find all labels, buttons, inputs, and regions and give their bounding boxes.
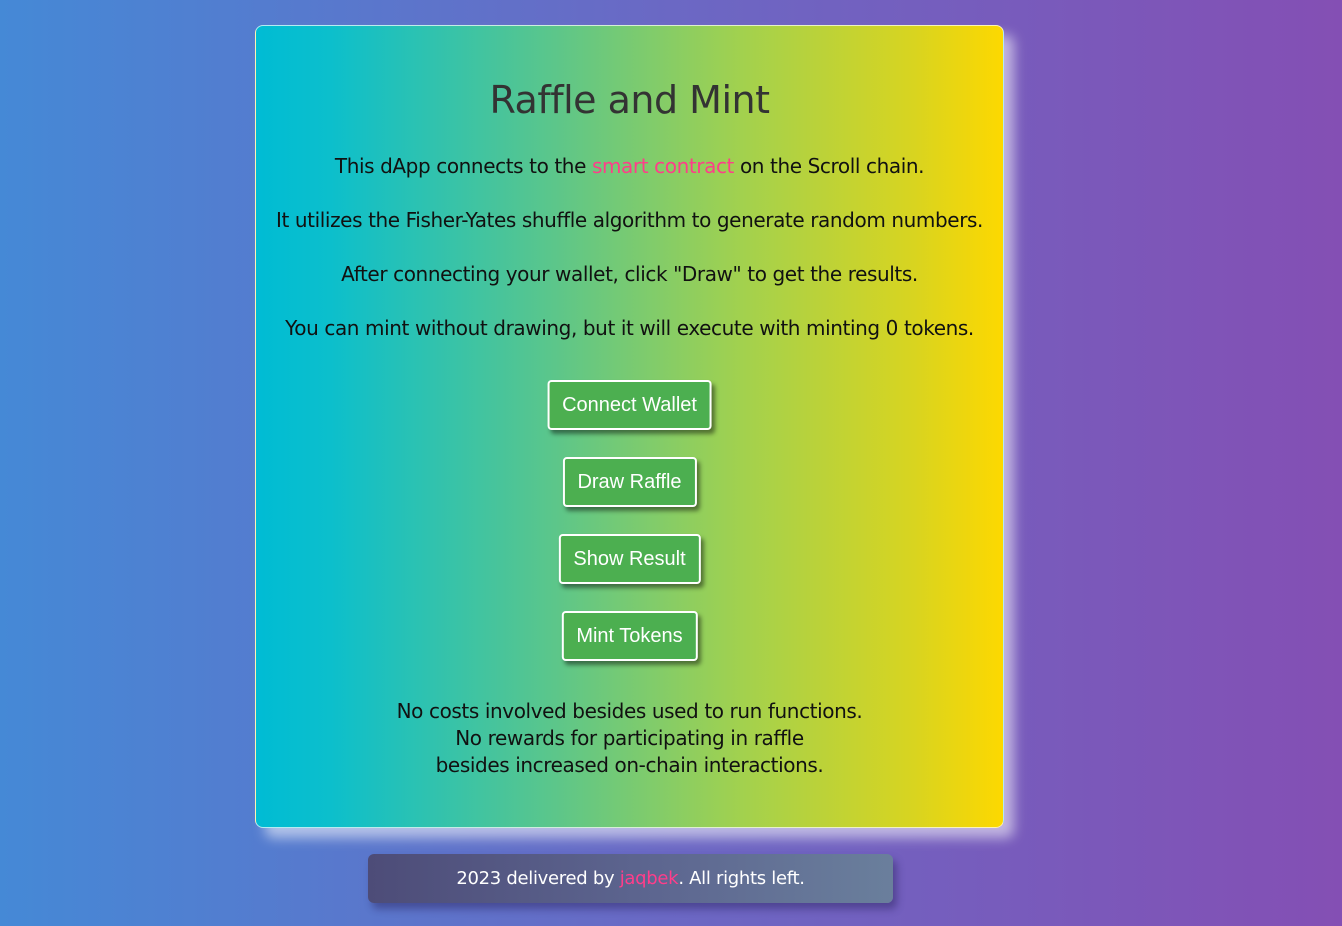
disclaimer-line: No costs involved besides used to run fu…: [396, 699, 863, 723]
footer: 2023 delivered by jaqbek. All rights lef…: [368, 854, 893, 903]
mint-tokens-button[interactable]: Mint Tokens: [561, 611, 698, 661]
draw-raffle-button[interactable]: Draw Raffle: [562, 457, 697, 507]
disclaimer-line: besides increased on-chain interactions.: [435, 753, 824, 777]
main-card: Raffle and Mint This dApp connects to th…: [255, 25, 1004, 828]
footer-suffix: . All rights left.: [678, 868, 805, 889]
disclaimer: No costs involved besides used to run fu…: [256, 698, 1003, 779]
page-title: Raffle and Mint: [489, 78, 770, 122]
author-link[interactable]: jaqbek: [620, 868, 679, 889]
connect-wallet-button[interactable]: Connect Wallet: [547, 380, 712, 430]
intro-text: This dApp connects to the smart contract…: [256, 154, 1003, 178]
algorithm-text: It utilizes the Fisher-Yates shuffle alg…: [276, 208, 983, 232]
mint-note-text: You can mint without drawing, but it wil…: [285, 316, 974, 340]
show-result-button[interactable]: Show Result: [558, 534, 701, 584]
footer-prefix: 2023 delivered by: [456, 868, 620, 889]
intro-suffix: on the Scroll chain.: [734, 154, 925, 178]
smart-contract-link[interactable]: smart contract: [592, 154, 734, 178]
disclaimer-line: No rewards for participating in raffle: [455, 726, 804, 750]
intro-prefix: This dApp connects to the: [334, 154, 592, 178]
instruction-text: After connecting your wallet, click "Dra…: [341, 262, 918, 286]
